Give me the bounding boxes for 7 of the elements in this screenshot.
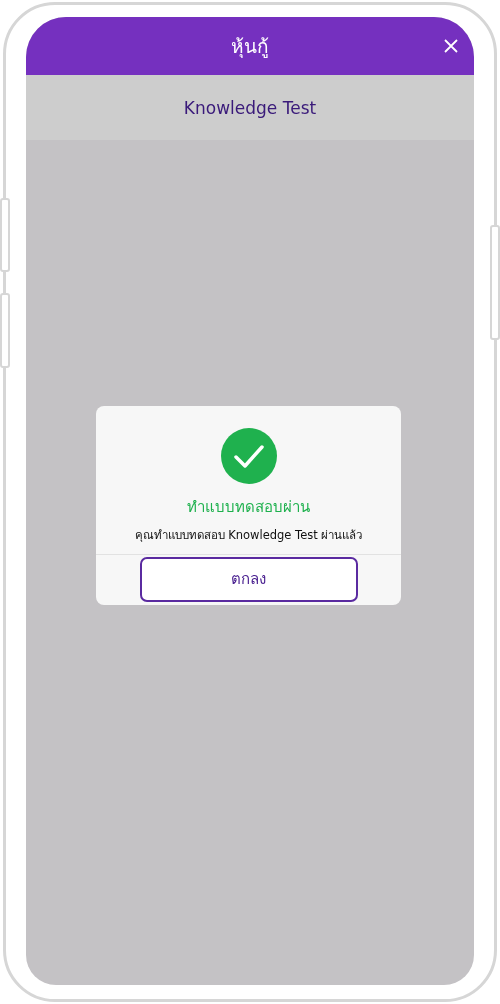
dialog-title: ทำแบบทดสอบผ่าน	[187, 496, 310, 518]
page-title: Knowledge Test	[183, 97, 317, 118]
app-title: หุ้นกู้	[231, 34, 269, 60]
ok-button[interactable]: ตกลง	[139, 556, 358, 602]
close-icon[interactable]	[444, 39, 458, 53]
dialog-message: คุณทำแบบทดสอบ Knowledge Test ผ่านแล้ว	[134, 526, 363, 544]
check-icon	[220, 427, 277, 484]
